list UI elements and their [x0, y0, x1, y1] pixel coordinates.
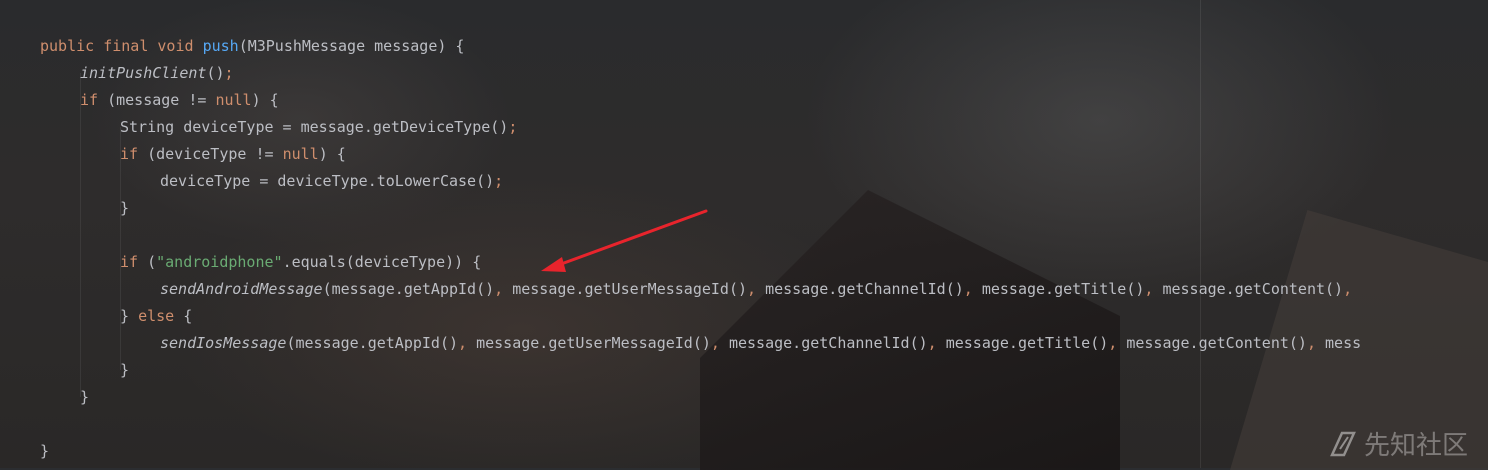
red-arrow-annotation: [541, 209, 708, 272]
watermark-text: 先知社区: [1363, 431, 1468, 461]
xianzhi-logo-icon: [1330, 431, 1356, 456]
watermark: 先知社区: [1328, 425, 1468, 462]
